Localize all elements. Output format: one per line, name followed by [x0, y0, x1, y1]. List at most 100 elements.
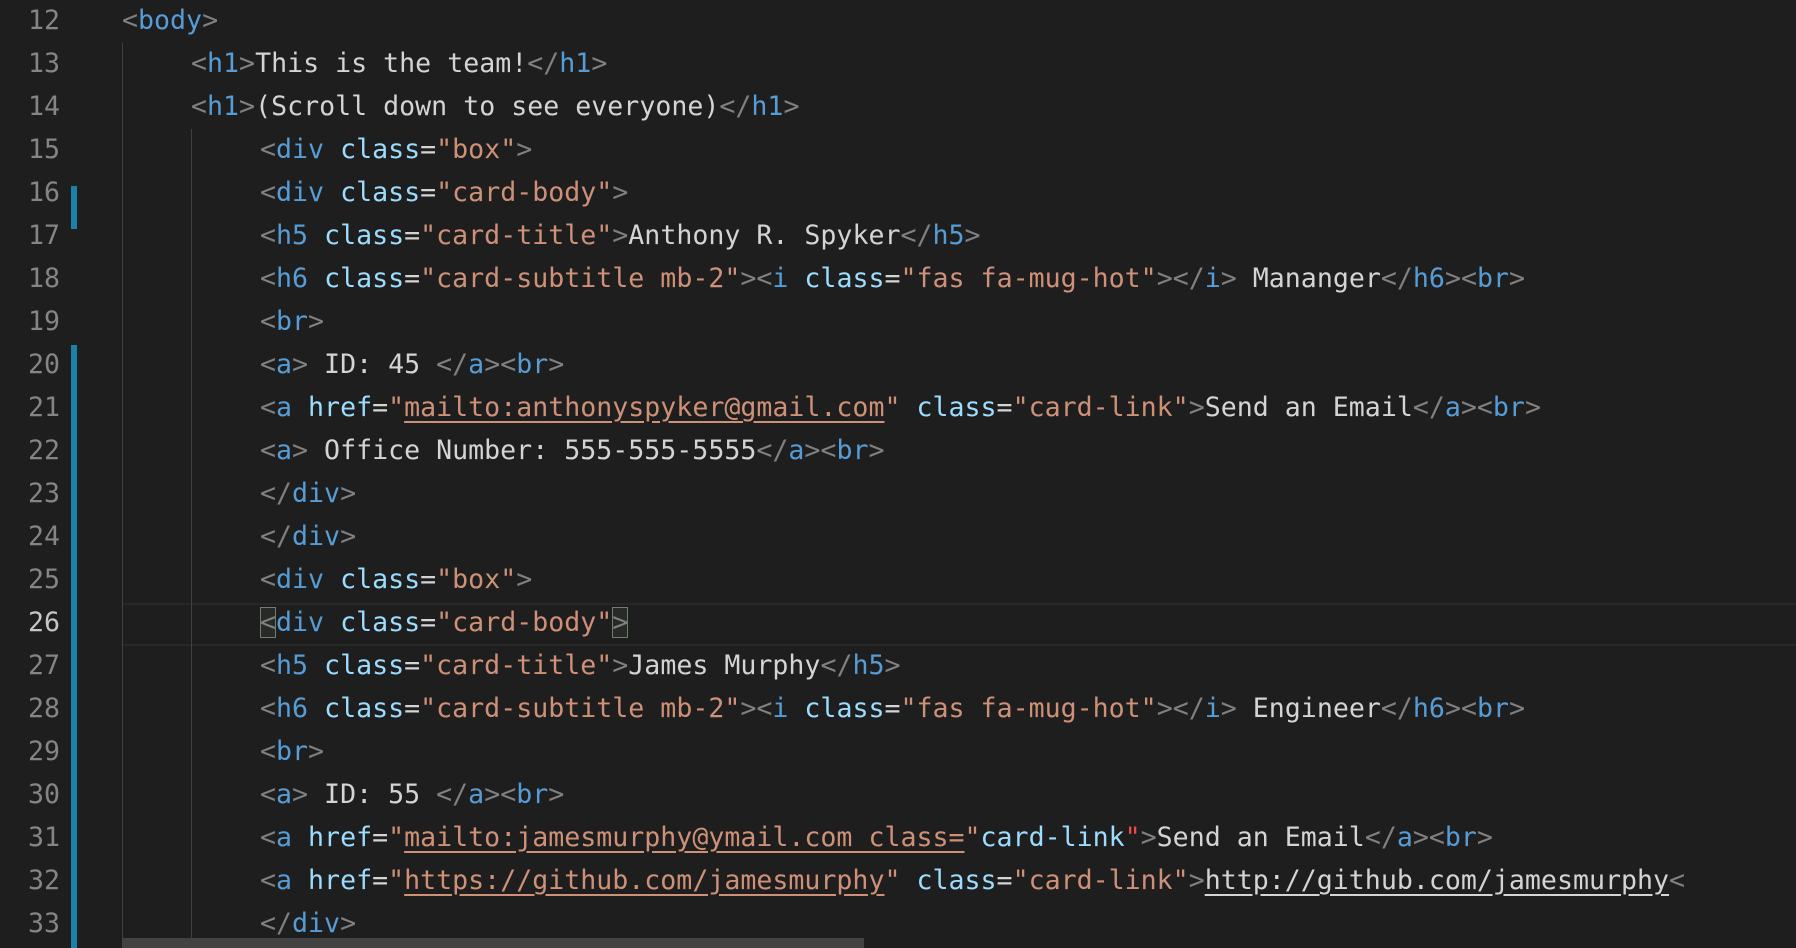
horizontal-scrollbar[interactable] — [122, 938, 864, 948]
code-punctuation: < — [260, 177, 277, 208]
code-line[interactable]: <div class="card-body"> — [260, 601, 629, 644]
code-line[interactable]: <h6 class="card-subtitle mb-2"><i class=… — [260, 687, 1525, 730]
code-line[interactable]: <h5 class="card-title">Anthony R. Spyker… — [260, 214, 981, 257]
code-string: "card-title" — [420, 220, 613, 251]
code-punctuation: >< — [484, 779, 517, 810]
line-number[interactable]: 13 — [0, 42, 60, 85]
code-line[interactable]: <h6 class="card-subtitle mb-2"><i class=… — [260, 257, 1525, 300]
code-line[interactable]: <h1>(Scroll down to see everyone)</h1> — [191, 85, 799, 128]
code-string: "fas fa-mug-hot" — [900, 693, 1157, 724]
code-punctuation: < — [191, 48, 208, 79]
code-line[interactable]: <div class="card-body"> — [260, 171, 628, 214]
code-line[interactable]: </div> — [260, 472, 356, 515]
code-attribute: class — [804, 693, 885, 724]
code-punctuation: </ — [719, 91, 752, 122]
line-number[interactable]: 23 — [0, 472, 60, 515]
line-number[interactable]: 18 — [0, 257, 60, 300]
line-number[interactable]: 33 — [0, 902, 60, 945]
code-tag-name: h5 — [852, 650, 885, 681]
code-line[interactable]: <h1>This is the team!</h1> — [191, 42, 607, 85]
code-tag-name: a — [1396, 822, 1413, 853]
line-number[interactable]: 15 — [0, 128, 60, 171]
code-line[interactable]: <br> — [260, 730, 324, 773]
line-number[interactable]: 17 — [0, 214, 60, 257]
code-string: "card-link" — [1012, 392, 1189, 423]
code-punctuation: > — [202, 5, 219, 36]
code-line[interactable]: <a href="https://github.com/jamesmurphy"… — [260, 859, 1685, 902]
code-text: = — [372, 822, 389, 853]
code-line[interactable]: <br> — [260, 300, 324, 343]
code-line[interactable]: <body> — [122, 0, 218, 42]
code-punctuation: < — [260, 564, 277, 595]
line-number[interactable]: 27 — [0, 644, 60, 687]
code-attribute: class — [324, 263, 405, 294]
line-number[interactable]: 19 — [0, 300, 60, 343]
code-string: " — [964, 822, 981, 853]
code-string: " — [388, 865, 405, 896]
code-area[interactable]: <body> <h1>This is the team!</h1> <h1>(Scr… — [122, 0, 1796, 948]
code-punctuation: ></ — [1156, 263, 1205, 294]
line-number[interactable]: 30 — [0, 773, 60, 816]
line-number-gutter[interactable]: 12 13 14 15 16 17 18 19 20 21 22 23 24 25 26 27 28 29 30 31… — [0, 0, 66, 948]
code-line[interactable]: <a href="mailto:anthonyspyker@gmail.com"… — [260, 386, 1541, 429]
code-punctuation: >< — [1412, 822, 1445, 853]
code-string: mailto:anthonyspyker@gmail.com — [404, 392, 885, 423]
code-line[interactable]: <a> ID: 45 </a><br> — [260, 343, 564, 386]
code-text: James Murphy — [628, 650, 821, 681]
code-tag-name: a — [276, 392, 293, 423]
line-number[interactable]: 32 — [0, 859, 60, 902]
line-number[interactable]: 25 — [0, 558, 60, 601]
code-punctuation: < — [260, 650, 277, 681]
code-tag-name: br — [1476, 263, 1509, 294]
code-punctuation: > — [308, 306, 325, 337]
code-tag-name: a — [788, 435, 805, 466]
code-attribute: href — [308, 865, 373, 896]
line-number[interactable]: 22 — [0, 429, 60, 472]
code-punctuation: >< — [740, 263, 773, 294]
code-string: https://github.com/jamesmurphy — [404, 865, 885, 896]
line-number[interactable]: 21 — [0, 386, 60, 429]
line-number[interactable]: 20 — [0, 343, 60, 386]
code-line[interactable]: <div class="box"> — [260, 558, 532, 601]
code-string: " — [884, 392, 901, 423]
code-tag-name: h5 — [932, 220, 965, 251]
code-tag-name: i — [1204, 693, 1221, 724]
code-line[interactable]: <a> Office Number: 555-555-5555</a><br> — [260, 429, 884, 472]
line-number[interactable]: 31 — [0, 816, 60, 859]
code-punctuation: > — [340, 478, 357, 509]
code-tag-name: div — [292, 521, 341, 552]
code-string: " — [884, 865, 901, 896]
code-line[interactable]: <div class="box"> — [260, 128, 532, 171]
code-string: "fas fa-mug-hot" — [900, 263, 1157, 294]
code-punctuation: </ — [527, 48, 560, 79]
code-text: This is the team! — [255, 48, 528, 79]
line-number[interactable]: 14 — [0, 85, 60, 128]
line-number[interactable]: 24 — [0, 515, 60, 558]
code-editor[interactable]: 12 13 14 15 16 17 18 19 20 21 22 23 24 25 26 27 28 29 30 31… — [0, 0, 1796, 948]
line-number[interactable]: 16 — [0, 171, 60, 214]
line-number[interactable]: 26 — [0, 601, 60, 644]
code-line[interactable]: <h5 class="card-title">James Murphy</h5> — [260, 644, 901, 687]
code-line[interactable]: <a> ID: 55 </a><br> — [260, 773, 564, 816]
line-number[interactable]: 28 — [0, 687, 60, 730]
line-number[interactable]: 29 — [0, 730, 60, 773]
code-attribute: class — [324, 650, 405, 681]
git-change-marker[interactable] — [71, 345, 77, 948]
code-line[interactable]: <a href="mailto:jamesmurphy@ymail.com cl… — [260, 816, 1493, 859]
code-punctuation: > — [308, 736, 325, 767]
code-punctuation: > — [964, 220, 981, 251]
code-punctuation: > — [292, 349, 309, 380]
code-text: = — [884, 693, 901, 724]
code-text: Send an Email — [1204, 392, 1413, 423]
line-number[interactable]: 12 — [0, 0, 60, 42]
code-punctuation: < — [260, 693, 277, 724]
git-change-marker[interactable] — [71, 186, 77, 229]
code-punctuation: > — [516, 134, 533, 165]
code-line[interactable]: </div> — [260, 515, 356, 558]
code-string: "card-title" — [420, 650, 613, 681]
